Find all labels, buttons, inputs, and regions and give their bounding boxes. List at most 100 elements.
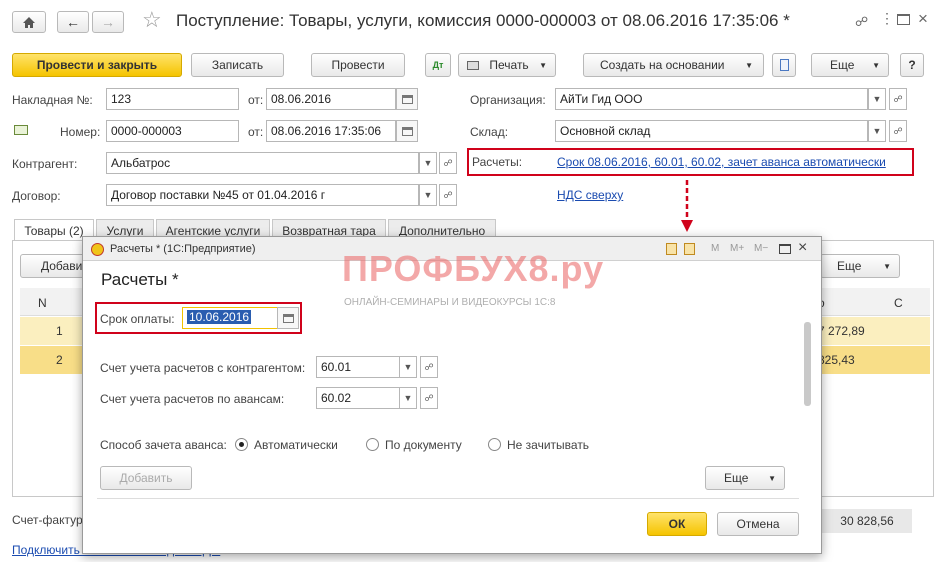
invoice-footer-label: Счет-фактура	[12, 513, 90, 527]
invoice-date-calendar-button[interactable]	[396, 88, 418, 110]
more-button[interactable]: Еще ▼	[811, 53, 889, 77]
arrow-left-icon: ←	[66, 14, 80, 30]
chevron-down-icon: ▼	[403, 393, 413, 403]
account-counterparty-open[interactable]: ☍	[420, 356, 438, 378]
number-date-field[interactable]: 08.06.2016 17:35:06	[266, 120, 396, 142]
contract-field[interactable]: Договор поставки №45 от 01.04.2016 г	[106, 184, 419, 206]
brand-watermark: ПРОФБУХ8.ру	[342, 248, 605, 289]
home-button[interactable]	[12, 11, 46, 33]
arrow-right-icon: →	[101, 14, 115, 30]
dialog-scrollbar[interactable]	[804, 322, 811, 406]
chevron-down-icon: ▼	[745, 60, 753, 70]
account-advance-field[interactable]: 60.02	[316, 387, 400, 409]
contract-dropdown-button[interactable]: ▼	[419, 184, 437, 206]
settlements-link[interactable]: Срок 08.06.2016, 60.01, 60.02, зачет ава…	[557, 155, 886, 169]
settlements-label: Расчеты:	[472, 155, 523, 169]
table-row-sum: 825,43	[818, 353, 855, 367]
invoice-label: Накладная №:	[12, 93, 93, 107]
print-label: Печать	[489, 58, 529, 72]
calculator-tool-icon[interactable]	[684, 243, 695, 255]
org-dropdown-button[interactable]: ▼	[868, 88, 886, 110]
number-field[interactable]: 0000-000003	[106, 120, 239, 142]
chevron-down-icon: ▼	[872, 126, 882, 136]
post-and-close-button[interactable]: Провести и закрыть	[12, 53, 182, 77]
goods-add-button[interactable]: Добави	[20, 254, 90, 278]
memory-minus-button[interactable]: M−	[754, 243, 768, 254]
org-field[interactable]: АйТи Гид ООО	[555, 88, 868, 110]
favorite-star-icon[interactable]: ☆	[142, 7, 162, 33]
chevron-down-icon: ▼	[403, 362, 413, 372]
more-label: Еще	[830, 58, 855, 72]
post-button[interactable]: Провести	[311, 53, 405, 77]
warehouse-dropdown-button[interactable]: ▼	[868, 120, 886, 142]
table-row-number: 1	[56, 324, 63, 338]
offset-none-label[interactable]: Не зачитывать	[507, 438, 589, 452]
org-open-button[interactable]: ☍	[889, 88, 907, 110]
open-link-icon: ☍	[893, 125, 903, 136]
goods-more-button[interactable]: Еще ▼	[820, 254, 900, 278]
window-more-icon[interactable]: ⋮	[880, 10, 894, 27]
chevron-down-icon: ▼	[768, 473, 776, 483]
save-button[interactable]: Записать	[191, 53, 284, 77]
warehouse-label: Склад:	[470, 125, 509, 139]
back-button[interactable]: ←	[57, 11, 89, 33]
warehouse-open-button[interactable]: ☍	[889, 120, 907, 142]
chevron-down-icon: ▼	[423, 158, 433, 168]
memory-button[interactable]: M	[711, 243, 719, 254]
printer-icon	[467, 60, 479, 70]
chevron-down-icon: ▼	[872, 60, 880, 70]
contract-open-button[interactable]: ☍	[439, 184, 457, 206]
number-date-label: от:	[248, 125, 264, 139]
help-button[interactable]: ?	[900, 53, 924, 77]
counterparty-label: Контрагент:	[12, 157, 78, 171]
print-button[interactable]: Печать ▼	[458, 53, 556, 77]
calendar-tool-icon[interactable]	[666, 243, 677, 255]
create-based-button[interactable]: Создать на основании ▼	[583, 53, 764, 77]
due-date-field[interactable]: 10.06.2016	[182, 307, 278, 329]
number-date-calendar-button[interactable]	[396, 120, 418, 142]
goods-col-n: N	[38, 296, 47, 310]
calendar-icon	[401, 94, 413, 104]
window-link-icon[interactable]: ☍	[855, 14, 868, 30]
cancel-button[interactable]: Отмена	[717, 512, 799, 536]
offset-auto-label[interactable]: Автоматически	[254, 438, 338, 452]
create-based-label: Создать на основании	[600, 58, 725, 72]
dialog-maximize-icon[interactable]	[779, 244, 791, 254]
dialog-more-button[interactable]: Еще ▼	[705, 466, 785, 490]
account-counterparty-dropdown[interactable]: ▼	[399, 356, 417, 378]
window-close-icon[interactable]: ×	[918, 9, 928, 29]
dialog-add-button[interactable]: Добавить	[100, 466, 192, 490]
invoice-number-field[interactable]: 123	[106, 88, 239, 110]
app-1c-icon	[91, 243, 104, 256]
document-button[interactable]	[772, 53, 796, 77]
window-maximize-icon[interactable]	[897, 14, 910, 25]
ok-button[interactable]: ОК	[647, 512, 707, 536]
counterparty-dropdown-button[interactable]: ▼	[419, 152, 437, 174]
offset-auto-radio[interactable]	[235, 438, 248, 451]
warehouse-field[interactable]: Основной склад	[555, 120, 868, 142]
open-link-icon: ☍	[424, 392, 434, 403]
dialog-close-icon[interactable]: ×	[798, 239, 807, 257]
account-advance-open[interactable]: ☍	[420, 387, 438, 409]
vat-link[interactable]: НДС сверху	[557, 188, 623, 202]
open-link-icon: ☍	[443, 157, 453, 168]
account-advance-dropdown[interactable]: ▼	[399, 387, 417, 409]
invoice-date-field[interactable]: 08.06.2016	[266, 88, 396, 110]
offset-none-radio[interactable]	[488, 438, 501, 451]
due-date-calendar-button[interactable]	[277, 307, 299, 329]
counterparty-open-button[interactable]: ☍	[439, 152, 457, 174]
dt-kt-button[interactable]: Дт	[425, 53, 451, 77]
counterparty-field[interactable]: Альбатрос	[106, 152, 419, 174]
memory-plus-button[interactable]: M+	[730, 243, 744, 254]
due-date-label: Срок оплаты:	[100, 312, 175, 326]
total-value: 30 828,56	[822, 509, 912, 533]
offset-document-radio[interactable]	[366, 438, 379, 451]
dialog-list-area	[97, 498, 799, 504]
offset-document-label[interactable]: По документу	[385, 438, 462, 452]
invoice-date-label: от:	[248, 93, 264, 107]
dialog-heading: Расчеты *	[101, 270, 179, 289]
table-row-sum: 7 272,89	[818, 324, 865, 338]
goods-more-label: Еще	[837, 259, 862, 273]
account-counterparty-field[interactable]: 60.01	[316, 356, 400, 378]
forward-button[interactable]: →	[92, 11, 124, 33]
